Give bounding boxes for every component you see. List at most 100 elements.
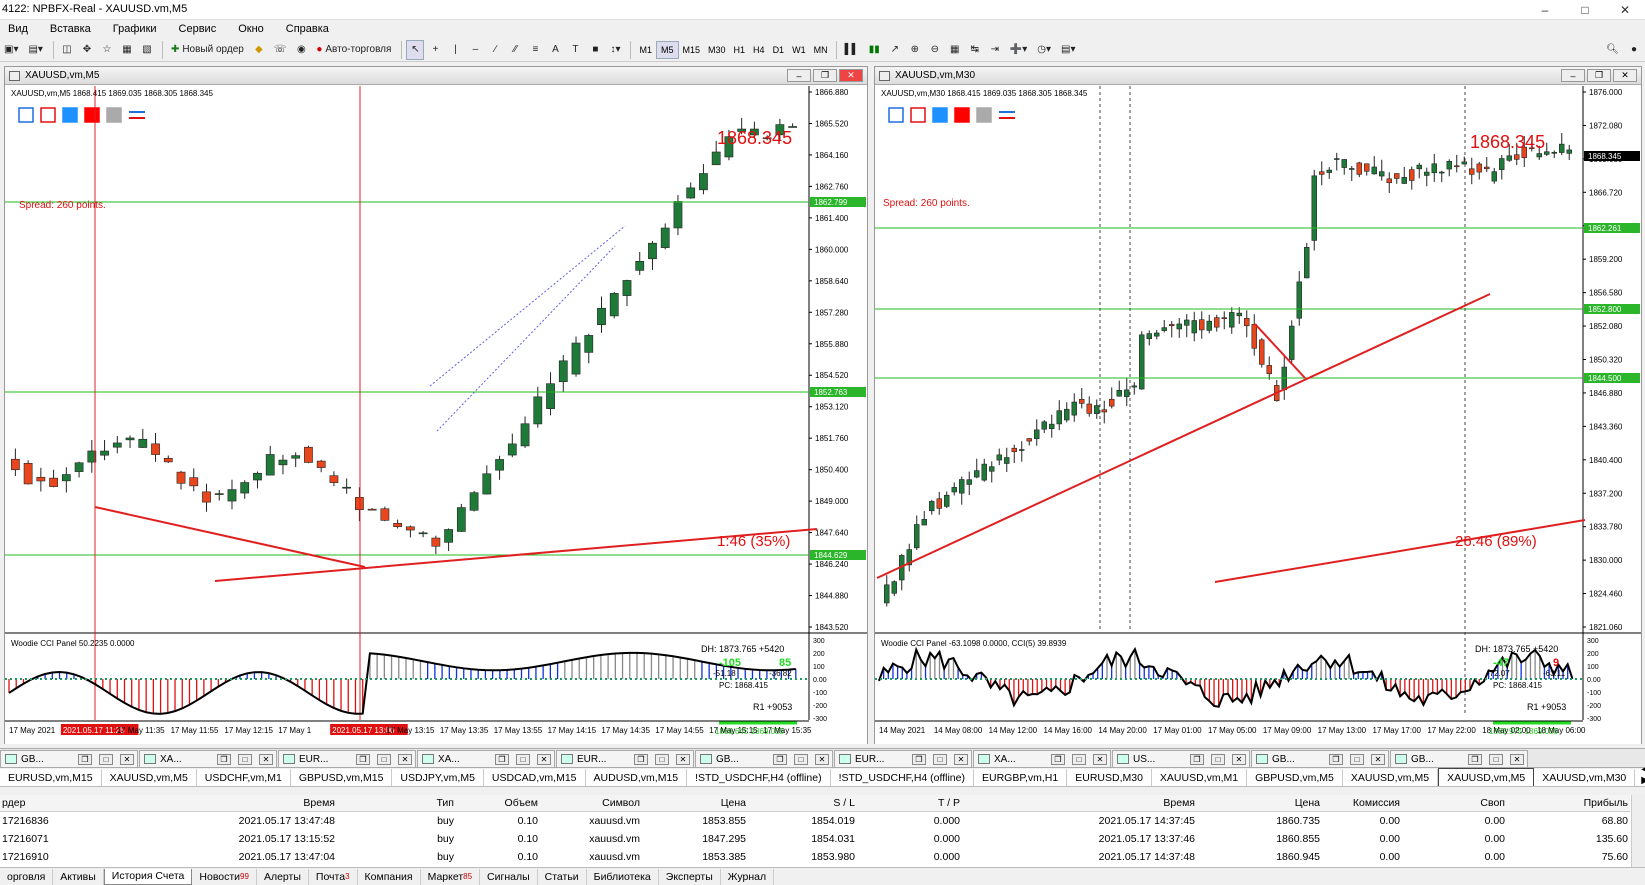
vertical-line-icon[interactable]: | (446, 40, 464, 60)
restore-icon[interactable]: ❐ (773, 753, 787, 765)
minimize-icon[interactable]: – (787, 69, 811, 82)
restore-icon[interactable]: ❐ (217, 753, 231, 765)
column-header[interactable]: Время (303, 797, 335, 809)
tile-windows-icon[interactable]: ▦ (946, 40, 964, 60)
column-header[interactable]: Символ (602, 797, 640, 809)
terminal-tab[interactable]: Сигналы (480, 868, 538, 885)
column-header[interactable]: Своп (1480, 797, 1505, 809)
menu-charts[interactable]: Графики (113, 23, 157, 35)
restore-icon[interactable]: ❐ (1329, 753, 1343, 765)
minimize-icon[interactable]: – (1561, 69, 1585, 82)
terminal-tab[interactable]: Активы (53, 868, 104, 885)
account-icon[interactable]: ● (1625, 40, 1643, 60)
metaeditor-icon[interactable]: ◆ (250, 40, 268, 60)
close-icon[interactable]: ✕ (1510, 753, 1524, 765)
terminal-tab[interactable]: Компания (358, 868, 421, 885)
window-tab[interactable]: GB... ❐ □ ✕ (695, 750, 833, 768)
symbol-tab[interactable]: GBPUSD,vm,M15 (291, 769, 393, 786)
terminal-scrollbar[interactable] (1631, 795, 1645, 867)
symbol-tab[interactable]: XAUUSD,vm,M5 (1438, 768, 1535, 786)
maximize-icon[interactable]: □ (1211, 753, 1225, 765)
candle-chart-icon[interactable]: ▮▮ (865, 40, 884, 60)
table-row[interactable]: 17216910 2021.05.17 13:47:04 buy 0.10 xauusd… (0, 849, 1630, 866)
column-header[interactable]: S / L (833, 797, 855, 809)
terminal-tab[interactable]: орговля (0, 868, 54, 885)
zoom-in-icon[interactable]: ⊕ (906, 40, 924, 60)
fibonacci-icon[interactable]: ≡ (526, 40, 544, 60)
maximize-icon[interactable]: □ (99, 753, 113, 765)
close-icon[interactable]: ✕ (839, 69, 863, 82)
terminal-tab[interactable]: Статьи (538, 868, 587, 885)
timeframe-w1[interactable]: W1 (788, 41, 810, 59)
restore-icon[interactable]: ❐ (1051, 753, 1065, 765)
symbol-tab[interactable]: AUDUSD,vm,M15 (586, 769, 688, 786)
line-chart-icon[interactable]: ↗ (886, 40, 904, 60)
restore-icon[interactable]: ❐ (495, 753, 509, 765)
profiles-icon[interactable]: ▤▾ (24, 40, 46, 60)
window-tab[interactable]: XA... ❐ □ ✕ (139, 750, 277, 768)
zoom-out-icon[interactable]: ⊖ (926, 40, 944, 60)
symbol-tab[interactable]: !STD_USDCHF,H4 (offline) (831, 769, 974, 786)
table-row[interactable]: 17216836 2021.05.17 13:47:48 buy 0.10 xauusd… (0, 813, 1630, 830)
text-icon[interactable]: A (546, 40, 564, 60)
timeframe-m30[interactable]: M30 (704, 41, 730, 59)
text-label-icon[interactable]: T (566, 40, 584, 60)
menu-insert[interactable]: Вставка (50, 23, 91, 35)
periods-icon[interactable]: ◷▾ (1033, 40, 1055, 60)
column-header[interactable]: Объем (505, 797, 538, 809)
window-tab[interactable]: XA... ❐ □ ✕ (973, 750, 1111, 768)
autoscroll-icon[interactable]: ↹ (966, 40, 984, 60)
close-icon[interactable]: ✕ (815, 753, 829, 765)
menu-view[interactable]: Вид (8, 23, 28, 35)
restore-icon[interactable]: ❐ (813, 69, 837, 82)
symbol-tab[interactable]: USDCAD,vm,M15 (484, 769, 586, 786)
restore-icon[interactable]: ❐ (912, 753, 926, 765)
window-tab[interactable]: GB... ❐ □ ✕ (1390, 750, 1528, 768)
restore-icon[interactable]: ❐ (1587, 69, 1611, 82)
window-tab[interactable]: EUR... ❐ □ ✕ (556, 750, 694, 768)
symbol-tab[interactable]: XAUUSD,vm,M1 (1152, 769, 1248, 786)
window-tab[interactable]: GB... ❐ □ ✕ (1251, 750, 1389, 768)
timeframe-m1[interactable]: M1 (635, 41, 656, 59)
tab-scroll-arrows-icon[interactable]: ◀ ▶ (1635, 764, 1645, 786)
bar-chart-icon[interactable]: ▌▌ (841, 40, 863, 60)
maximize-icon[interactable]: □ (1350, 753, 1364, 765)
navigator-icon[interactable]: ✥ (78, 40, 96, 60)
symbol-tab[interactable]: XAUUSD,vm,M5 (102, 769, 197, 786)
menu-window[interactable]: Окно (238, 23, 264, 35)
close-icon[interactable]: ✕ (398, 753, 412, 765)
close-icon[interactable]: ✕ (1093, 753, 1107, 765)
maximize-icon[interactable]: □ (377, 753, 391, 765)
menu-service[interactable]: Сервис (179, 23, 217, 35)
data-window-icon[interactable]: ▦ (118, 40, 136, 60)
maximize-icon[interactable]: □ (933, 753, 947, 765)
restore-icon[interactable]: ❐ (1190, 753, 1204, 765)
trendline-icon[interactable]: ∕ (486, 40, 504, 60)
symbol-tab[interactable]: EURUSD,vm,M15 (0, 769, 102, 786)
restore-icon[interactable]: ❐ (78, 753, 92, 765)
window-tab[interactable]: US... ❐ □ ✕ (1112, 750, 1250, 768)
column-header[interactable]: рдер (2, 797, 25, 809)
close-icon[interactable]: ✕ (1232, 753, 1246, 765)
timeframe-d1[interactable]: D1 (769, 41, 789, 59)
symbol-tab[interactable]: EURGBP,vm,H1 (974, 769, 1068, 786)
favorites-icon[interactable]: ☆ (98, 40, 116, 60)
minimize-icon[interactable]: – (1525, 0, 1565, 20)
vps-icon[interactable]: ◉ (292, 40, 310, 60)
column-header[interactable]: Тип (436, 797, 454, 809)
new-order-button[interactable]: ✚ Новый ордер (167, 40, 248, 60)
table-row[interactable]: 17216071 2021.05.17 13:15:52 buy 0.10 xauusd… (0, 831, 1630, 848)
symbol-tab[interactable]: GBPUSD,vm,M5 (1247, 769, 1343, 786)
shapes-icon[interactable]: ↕▾ (606, 40, 624, 60)
column-header[interactable]: Комиссия (1353, 797, 1400, 809)
column-header[interactable]: Прибыль (1584, 797, 1628, 809)
terminal-tab[interactable]: История Счета (103, 868, 193, 885)
column-header[interactable]: Цена (721, 797, 746, 809)
search-icon[interactable]: 🔍︎ (1602, 40, 1623, 60)
column-header[interactable]: Цена (1295, 797, 1320, 809)
restore-icon[interactable]: ❐ (634, 753, 648, 765)
maximize-icon[interactable]: □ (1072, 753, 1086, 765)
maximize-icon[interactable]: □ (238, 753, 252, 765)
column-header[interactable]: Время (1163, 797, 1195, 809)
chart-canvas-right[interactable]: XAUUSD,vm,M30 1868.415 1869.035 1868.305… (875, 86, 1641, 744)
